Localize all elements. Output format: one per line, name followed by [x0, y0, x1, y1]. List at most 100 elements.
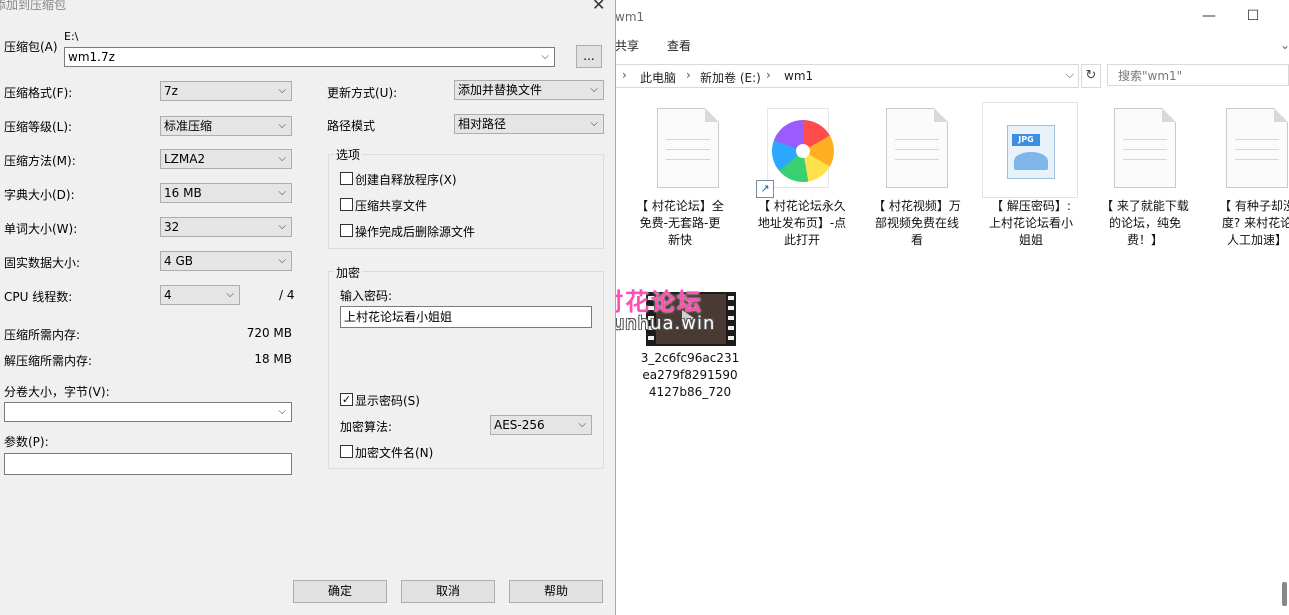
- maximize-icon[interactable]: ☐: [1238, 4, 1268, 28]
- encrypt-names-checkbox[interactable]: [340, 445, 353, 458]
- cpu-threads-select[interactable]: 4 ⌵: [160, 285, 240, 305]
- chevron-down-icon[interactable]: ⌵: [278, 403, 286, 421]
- method-label: 压缩方法(M):: [4, 154, 76, 168]
- shortcut-arrow-icon: ↗: [756, 180, 774, 198]
- encryption-method-select[interactable]: AES-256 ⌵: [490, 415, 592, 435]
- refresh-icon[interactable]: ↻: [1081, 64, 1101, 88]
- document-icon: [1226, 108, 1288, 188]
- chevron-down-icon: ⌵: [578, 419, 586, 430]
- breadcrumb-this-pc[interactable]: 此电脑: [640, 69, 676, 86]
- jpg-file-thumbnail[interactable]: JPG: [982, 102, 1078, 198]
- close-icon[interactable]: ✕: [592, 0, 605, 14]
- file-name: 3_2c6fc96ac231 ea279f8291590 4127b86_720: [640, 351, 740, 399]
- breadcrumb-separator: ›: [686, 68, 691, 82]
- breadcrumb-separator: ›: [766, 68, 771, 82]
- cancel-button[interactable]: 取消: [401, 580, 495, 603]
- close-icon[interactable]: ✕: [1279, 4, 1289, 28]
- document-icon: [657, 108, 719, 188]
- archive-label: 压缩包(A): [4, 40, 58, 54]
- browse-button[interactable]: ...: [576, 45, 602, 68]
- cpu-threads-label: CPU 线程数:: [4, 290, 73, 304]
- archive-directory: E:\: [64, 30, 79, 43]
- path-mode-label: 路径模式: [327, 119, 376, 133]
- chevron-down-icon: ⌵: [590, 84, 598, 95]
- chevron-down-icon: ⌵: [278, 255, 286, 266]
- scrollbar-thumb[interactable]: [1282, 582, 1287, 606]
- solid-block-label: 固实数据大小:: [4, 256, 81, 270]
- address-bar[interactable]: › 此电脑 › 新加卷 (E:) › wm1 ⌵: [615, 64, 1079, 88]
- file-name: 【 村花论坛】全 免费-无套路-更 新快: [636, 199, 724, 247]
- format-label: 压缩格式(F):: [4, 86, 73, 100]
- word-size-value: 32: [164, 220, 180, 234]
- sfx-label: 创建自释放程序(X): [355, 173, 457, 187]
- encryption-method-value: AES-256: [494, 418, 545, 432]
- chevron-down-icon: ⌵: [278, 85, 286, 96]
- encryption-method-label: 加密算法:: [340, 420, 393, 434]
- breadcrumb-separator: ›: [622, 68, 627, 82]
- word-size-select[interactable]: 32 ⌵: [160, 217, 292, 237]
- file-name: 【 解压密码】: 上村花论坛看小 姐姐: [988, 199, 1073, 247]
- compress-memory-label: 压缩所需内存:: [4, 328, 81, 342]
- encryption-group-label: 加密: [334, 264, 363, 281]
- encrypt-names-label: 加密文件名(N): [355, 446, 434, 460]
- pinwheel-icon: [772, 120, 834, 182]
- decompress-memory-value: 18 MB: [254, 352, 292, 366]
- update-mode-select[interactable]: 添加并替换文件 ⌵: [454, 80, 604, 100]
- shared-files-checkbox[interactable]: [340, 198, 353, 211]
- path-mode-select[interactable]: 相对路径 ⌵: [454, 114, 604, 134]
- solid-block-select[interactable]: 4 GB ⌵: [160, 251, 292, 271]
- document-icon: [1114, 108, 1176, 188]
- file-name: 【 村花论坛永久 地址发布页】-点 此打开: [757, 199, 847, 247]
- dictionary-select[interactable]: 16 MB ⌵: [160, 183, 292, 203]
- add-to-archive-dialog: 添加到压缩包 ✕ 压缩包(A) E:\ wm1.7z ⌵ ... 压缩格式(F)…: [0, 0, 616, 615]
- password-input[interactable]: 上村花论坛看小姐姐: [340, 306, 592, 328]
- parameters-input[interactable]: [4, 453, 292, 475]
- file-name: 【 有种子却没 度? 来村花论 人工加速】: [1219, 199, 1289, 247]
- format-select[interactable]: 7z ⌵: [160, 81, 292, 101]
- chevron-down-icon: ⌵: [278, 221, 286, 232]
- file-explorer-window: wm1 — ☐ ✕ 共享 查看 ⌄ › 此电脑 › 新加卷 (E:) › wm1…: [615, 0, 1289, 615]
- volume-size-input[interactable]: ⌵: [4, 402, 292, 422]
- word-size-label: 单词大小(W):: [4, 222, 78, 236]
- path-mode-value: 相对路径: [458, 117, 507, 131]
- chevron-down-icon[interactable]: ⌵: [541, 48, 549, 66]
- volume-size-label: 分卷大小，字节(V):: [4, 385, 110, 399]
- solid-block-value: 4 GB: [164, 254, 193, 268]
- update-mode-label: 更新方式(U):: [327, 86, 398, 100]
- chevron-down-icon: ⌵: [590, 118, 598, 129]
- decompress-memory-label: 解压缩所需内存:: [4, 354, 93, 368]
- file-name: 【 村花视频】万 部视频免费在线 看: [873, 199, 961, 247]
- level-select[interactable]: 标准压缩 ⌵: [160, 116, 292, 136]
- format-value: 7z: [164, 84, 178, 98]
- update-mode-value: 添加并替换文件: [458, 83, 543, 97]
- delete-source-checkbox[interactable]: [340, 224, 353, 237]
- level-value: 标准压缩: [164, 119, 213, 133]
- level-label: 压缩等级(L):: [4, 120, 73, 134]
- method-value: LZMA2: [164, 152, 206, 166]
- cpu-threads-value: 4: [164, 288, 172, 302]
- chevron-down-icon[interactable]: ⌵: [1066, 68, 1074, 82]
- archive-name-input[interactable]: wm1.7z ⌵: [64, 47, 555, 67]
- ribbon-expand-icon[interactable]: ⌄: [1280, 38, 1289, 52]
- tab-share[interactable]: 共享: [615, 37, 639, 54]
- minimize-icon[interactable]: —: [1194, 4, 1224, 28]
- delete-source-label: 操作完成后删除源文件: [355, 225, 476, 239]
- watermark-url: cunhua.win: [602, 313, 716, 334]
- sfx-checkbox[interactable]: [340, 172, 353, 185]
- password-label: 输入密码:: [340, 289, 393, 303]
- dictionary-value: 16 MB: [164, 186, 202, 200]
- show-password-checkbox[interactable]: ✓: [340, 393, 353, 406]
- show-password-label: 显示密码(S): [355, 394, 420, 408]
- help-button[interactable]: 帮助: [509, 580, 603, 603]
- search-input[interactable]: 搜索"wm1": [1107, 64, 1289, 86]
- chevron-down-icon: ⌵: [278, 187, 286, 198]
- cpu-threads-total: / 4: [279, 288, 295, 302]
- ok-button[interactable]: 确定: [293, 580, 387, 603]
- tab-view[interactable]: 查看: [667, 37, 691, 54]
- archive-name-value: wm1.7z: [68, 50, 115, 64]
- method-select[interactable]: LZMA2 ⌵: [160, 149, 292, 169]
- breadcrumb-drive[interactable]: 新加卷 (E:): [700, 69, 761, 86]
- window-title: wm1: [615, 10, 645, 24]
- breadcrumb-folder[interactable]: wm1: [784, 69, 813, 83]
- document-icon: [886, 108, 948, 188]
